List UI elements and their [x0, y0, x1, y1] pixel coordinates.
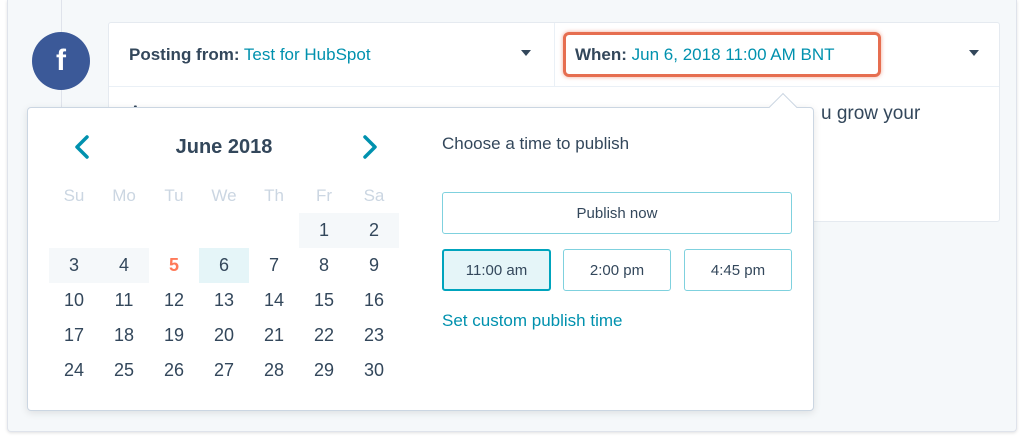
- calendar-day[interactable]: 18: [99, 318, 149, 353]
- calendar-empty-cell: [49, 213, 99, 248]
- calendar-day[interactable]: 16: [349, 283, 399, 318]
- calendar-week: 12: [49, 213, 399, 248]
- calendar-day[interactable]: 15: [299, 283, 349, 318]
- posting-from-label: Posting from:: [129, 45, 240, 64]
- calendar-day[interactable]: 21: [249, 318, 299, 353]
- when-value: Jun 6, 2018 11:00 AM BNT: [631, 45, 835, 64]
- calendar-week: 17 18 19 20 21 22 23: [49, 318, 399, 353]
- post-header: Posting from: Test for HubSpot When: Jun…: [109, 23, 999, 87]
- calendar-day[interactable]: 27: [199, 353, 249, 388]
- calendar-day[interactable]: 24: [49, 353, 99, 388]
- calendar-day[interactable]: 1: [299, 213, 349, 248]
- time-option-1[interactable]: 11:00 am: [442, 249, 551, 291]
- app-frame: f Posting from: Test for HubSpot When: J…: [7, 0, 1017, 432]
- calendar-day[interactable]: 20: [199, 318, 249, 353]
- calendar-day[interactable]: 3: [49, 248, 99, 283]
- time-option-3[interactable]: 4:45 pm: [684, 249, 792, 291]
- schedule-popover: June 2018 Su Mo Tu We Th Fr Sa 1 2 3 4 5 6 7 8 9 10 11 12…: [27, 92, 814, 411]
- posting-from-value: Test for HubSpot: [243, 45, 371, 64]
- weekday-label: Th: [264, 185, 284, 205]
- weekday-label: Tu: [164, 185, 184, 205]
- calendar-week: 3456789: [49, 248, 399, 283]
- calendar-day[interactable]: 11: [99, 283, 149, 318]
- prev-month-button[interactable]: [70, 132, 94, 162]
- facebook-avatar-icon: f: [32, 32, 90, 90]
- calendar-day[interactable]: 2: [349, 213, 399, 248]
- weekday-label: Fr: [315, 185, 333, 205]
- header-divider: [554, 23, 555, 87]
- weekday-label: Su: [63, 185, 85, 205]
- publish-panel-title: Choose a time to publish: [442, 134, 630, 153]
- calendar-day[interactable]: 10: [49, 283, 99, 318]
- calendar-day[interactable]: 14: [249, 283, 299, 318]
- calendar-day[interactable]: 17: [49, 318, 99, 353]
- caret-down-icon[interactable]: [969, 50, 979, 56]
- calendar-day[interactable]: 13: [199, 283, 249, 318]
- calendar-empty-cell: [249, 213, 299, 248]
- calendar-day[interactable]: 6: [199, 248, 249, 283]
- calendar-day[interactable]: 8: [299, 248, 349, 283]
- calendar-day[interactable]: 25: [99, 353, 149, 388]
- calendar-week: 10 11 12 13 14 15 16: [49, 283, 399, 318]
- calendar-day[interactable]: 19: [149, 318, 199, 353]
- calendar-day[interactable]: 22: [299, 318, 349, 353]
- calendar-day[interactable]: 9: [349, 248, 399, 283]
- chevron-right-icon: [363, 135, 377, 159]
- calendar-month-title: June 2018: [175, 136, 273, 158]
- when-dropdown[interactable]: When: Jun 6, 2018 11:00 AM BNT: [575, 45, 835, 65]
- post-text-right: u grow your: [821, 103, 921, 124]
- weekday-label: Sa: [363, 185, 385, 205]
- calendar-empty-cell: [99, 213, 149, 248]
- weekday-header: Su Mo Tu We Th Fr Sa: [49, 178, 399, 213]
- time-option-2[interactable]: 2:00 pm: [563, 249, 671, 291]
- chevron-left-icon: [75, 135, 89, 159]
- calendar-day[interactable]: 28: [249, 353, 299, 388]
- calendar-day[interactable]: 7: [249, 248, 299, 283]
- weekday-label: Mo: [112, 185, 136, 205]
- calendar-day[interactable]: 23: [349, 318, 399, 353]
- calendar-day[interactable]: 4: [99, 248, 149, 283]
- caret-down-icon[interactable]: [521, 50, 531, 56]
- next-month-button[interactable]: [358, 132, 382, 162]
- calendar-day[interactable]: 29: [299, 353, 349, 388]
- calendar-day[interactable]: 30: [349, 353, 399, 388]
- facebook-logo-letter: f: [56, 44, 66, 77]
- weekday-label: We: [211, 185, 237, 205]
- calendar-empty-cell: [149, 213, 199, 248]
- posting-from-dropdown[interactable]: Posting from: Test for HubSpot: [129, 45, 371, 65]
- calendar-grid: Su Mo Tu We Th Fr Sa 1 2 3 4 5 6 7 8 9 10 11 12 13 14 15 16 17…: [49, 178, 399, 388]
- calendar-day[interactable]: 5: [149, 248, 199, 283]
- calendar-empty-cell: [199, 213, 249, 248]
- publish-now-button[interactable]: Publish now: [442, 192, 792, 234]
- calendar-day[interactable]: 26: [149, 353, 199, 388]
- calendar-week: 24 25 26 27 28 29 30: [49, 353, 399, 388]
- calendar-day[interactable]: 12: [149, 283, 199, 318]
- set-custom-time-link[interactable]: Set custom publish time: [442, 311, 622, 331]
- when-label: When:: [575, 45, 627, 64]
